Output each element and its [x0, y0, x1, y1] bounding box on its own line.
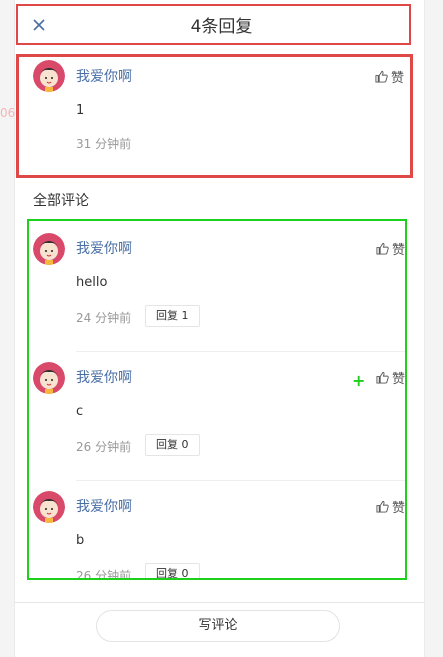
comment-list-highlight [27, 219, 407, 580]
header-highlight [16, 4, 411, 45]
footer-divider [14, 602, 424, 603]
main-comment-highlight [16, 54, 413, 178]
section-title: 全部评论 [33, 193, 89, 209]
side-mark: 06 [0, 106, 16, 120]
write-comment-button[interactable]: 写评论 [96, 610, 340, 642]
